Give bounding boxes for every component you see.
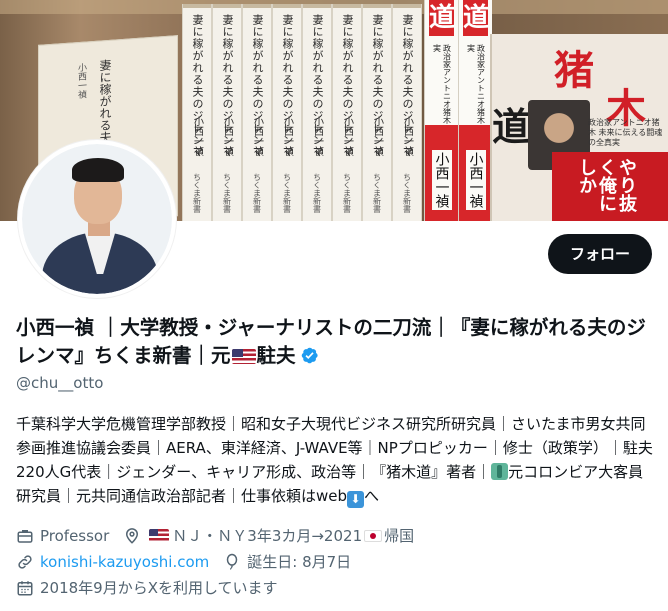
big-cover-kanji: 猪	[554, 47, 594, 94]
location-text: ＮＪ・ＮＹ3年3カ月→2021	[172, 527, 363, 545]
calendar-icon	[17, 580, 33, 595]
profile-avatar[interactable]	[18, 140, 176, 298]
location-pin-icon	[126, 527, 139, 544]
book-spine: 妻に稼がれる夫のジレンマ 小西一禎 ちくま新書	[362, 4, 392, 221]
location-text-end: 帰国	[384, 527, 415, 545]
book-spine: 妻に稼がれる夫のジレンマ 小西一禎 ちくま新書	[302, 4, 332, 221]
birthday-text: 誕生日: 8月7日	[247, 553, 352, 571]
verified-badge-icon[interactable]	[300, 346, 319, 365]
spine-stripe	[273, 4, 301, 8]
avatar-hair	[72, 158, 124, 182]
red-book-author: 小西一禎	[431, 150, 452, 210]
display-name-text: 小西一禎 ｜大学教授・ジャーナリストの二刀流｜『妻に稼がれる夫のジレンマ』ちくま…	[16, 316, 646, 367]
spine-author: 小西一禎	[191, 116, 203, 156]
spine-publisher: ちくま新書	[252, 173, 262, 213]
spine-author: 小西一禎	[341, 116, 353, 156]
book-cover-author: 小西一禎	[76, 62, 86, 100]
joined-text: 2018年9月からXを利用しています	[40, 579, 278, 597]
spine-author: 小西一禎	[281, 116, 293, 156]
location-item: ＮＪ・ＮＹ3年3カ月→2021 帰国	[123, 525, 414, 546]
profile-meta-row: Professor ＮＪ・ＮＹ3年3カ月→2021 帰国	[16, 525, 428, 546]
balloon-icon	[227, 553, 238, 570]
spine-publisher: ちくま新書	[372, 173, 382, 213]
follow-button[interactable]: フォロー	[548, 234, 652, 274]
briefcase-icon	[17, 529, 33, 543]
profile-handle: @chu__otto	[16, 374, 104, 392]
bio-text: へ	[364, 487, 380, 505]
red-book-spine: 道 政治家アントニオ猪木 未来に伝える闘魂の全真実 小西一禎	[458, 0, 492, 221]
book-spine: 妻に稼がれる夫のジレンマ 小西一禎 ちくま新書	[242, 4, 272, 221]
down-arrow-emoji: ⬇	[347, 491, 365, 508]
spine-stripe	[213, 4, 241, 8]
spine-publisher: ちくま新書	[282, 173, 292, 213]
japan-flag-emoji	[364, 529, 383, 542]
spine-stripe	[183, 4, 211, 8]
red-book-spine: 道 政治家アントニオ猪木 未来に伝える闘魂の全真実 小西一禎	[424, 0, 458, 221]
website-link[interactable]: konishi-kazuyoshi.com	[40, 553, 209, 571]
book-spine: 妻に稼がれる夫のジレンマ 小西一禎 ちくま新書	[182, 4, 212, 221]
red-book-kanji: 道	[429, 0, 455, 36]
spine-publisher: ちくま新書	[222, 173, 232, 213]
banner-book-cover-right: 猪 木 道 政治家アントニオ猪木 未来に伝える闘魂の全真実 やり抜く俺にしか	[490, 34, 668, 221]
spine-author: 小西一禎	[371, 116, 383, 156]
profile-meta-row: konishi-kazuyoshi.com 誕生日: 8月7日	[16, 551, 365, 572]
joined-item: 2018年9月からXを利用しています	[16, 577, 278, 598]
spine-author: 小西一禎	[401, 116, 413, 156]
spine-publisher: ちくま新書	[312, 173, 322, 213]
spine-author: 小西一禎	[251, 116, 263, 156]
us-flag-emoji	[231, 349, 256, 364]
us-flag-emoji	[149, 529, 170, 542]
spine-publisher: ちくま新書	[192, 173, 202, 213]
link-icon	[18, 554, 32, 569]
spine-stripe	[363, 4, 391, 8]
red-book-kanji: 道	[463, 0, 489, 36]
spine-author: 小西一禎	[221, 116, 233, 156]
big-cover-red-text: やり抜く俺にしか	[576, 158, 637, 212]
book-spine: 妻に稼がれる夫のジレンマ 小西一禎 ちくま新書	[272, 4, 302, 221]
big-cover-kanji: 道	[492, 104, 531, 149]
red-book-author: 小西一禎	[465, 150, 486, 210]
spine-stripe	[393, 4, 421, 8]
spine-publisher: ちくま新書	[342, 173, 352, 213]
spine-stripe	[333, 4, 361, 8]
profession-item: Professor	[16, 527, 109, 545]
display-name-text-end: 駐夫	[256, 344, 296, 367]
profile-bio: 千葉科学大学危機管理学部教授｜昭和女子大現代ビジネス研究所研究員｜さいたま市男女…	[16, 412, 658, 508]
profile-meta-row: 2018年9月からXを利用しています	[16, 577, 292, 598]
big-cover-subtitle: 政治家アントニオ猪木 未来に伝える闘魂の全真実	[588, 118, 663, 147]
book-spine: 妻に稼がれる夫のジレンマ 小西一禎 ちくま新書	[212, 4, 242, 221]
avatar-photo	[22, 144, 172, 294]
statue-of-liberty-emoji	[491, 463, 509, 480]
book-spine: 妻に稼がれる夫のジレンマ 小西一禎 ちくま新書	[332, 4, 362, 221]
spine-stripe	[303, 4, 331, 8]
profession-text: Professor	[40, 526, 110, 545]
profile-display-name: 小西一禎 ｜大学教授・ジャーナリストの二刀流｜『妻に稼がれる夫のジレンマ』ちくま…	[16, 314, 656, 370]
spine-publisher: ちくま新書	[402, 173, 412, 213]
spine-stripe	[243, 4, 271, 8]
birthday-item: 誕生日: 8月7日	[223, 551, 351, 572]
spine-author: 小西一禎	[311, 116, 323, 156]
book-spine: 妻に稼がれる夫のジレンマ 小西一禎 ちくま新書	[392, 4, 422, 221]
website-item: konishi-kazuyoshi.com	[16, 553, 209, 571]
